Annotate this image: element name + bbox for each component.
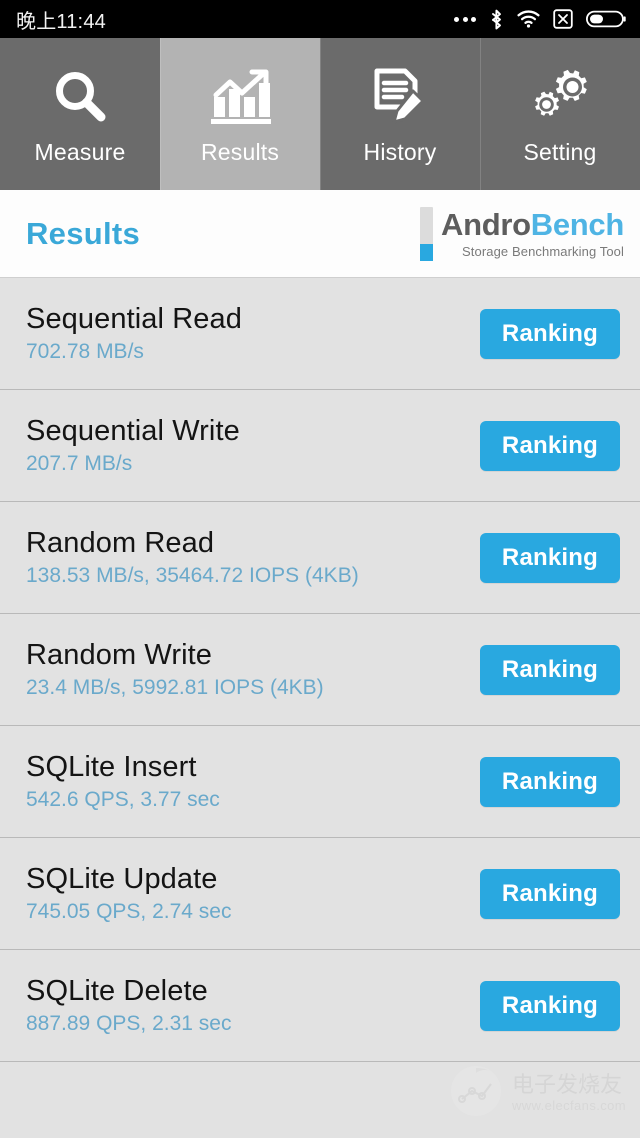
bar-chart-icon [208, 63, 272, 133]
magnifier-icon [49, 63, 111, 133]
table-row[interactable]: Sequential Read 702.78 MB/s Ranking [0, 278, 640, 390]
storage-bar-icon [419, 206, 433, 261]
tab-history[interactable]: History [320, 38, 480, 190]
table-row[interactable]: Sequential Write 207.7 MB/s Ranking [0, 390, 640, 502]
tab-setting-label: Setting [523, 138, 597, 165]
result-value: 542.6 QPS, 3.77 sec [26, 787, 220, 811]
page-header: Results AndroBench Storage Benchmarking … [0, 190, 640, 278]
brand-subtitle: Storage Benchmarking Tool [462, 243, 624, 259]
site-watermark: 电子发烧友 www.elecfans.com [448, 1063, 626, 1124]
row-info: Sequential Write 207.7 MB/s [26, 415, 240, 476]
ranking-button[interactable]: Ranking [479, 420, 620, 471]
document-pencil-icon [369, 63, 431, 133]
watermark-cn: 电子发烧友 [511, 1073, 622, 1099]
result-value: 887.89 QPS, 2.31 sec [26, 1011, 232, 1035]
brand-name-part2: Bench [530, 206, 625, 242]
more-dots-icon [454, 16, 476, 22]
table-row[interactable]: SQLite Update 745.05 QPS, 2.74 sec Ranki… [0, 838, 640, 950]
result-value: 702.78 MB/s [26, 339, 144, 363]
tab-bar: Measure Results History Setting [0, 38, 640, 190]
tab-measure[interactable]: Measure [0, 38, 160, 190]
tab-results[interactable]: Results [160, 38, 320, 190]
result-value: 138.53 MB/s, 35464.72 IOPS (4KB) [26, 563, 359, 587]
row-info: SQLite Update 745.05 QPS, 2.74 sec [26, 863, 231, 924]
results-list: Sequential Read 702.78 MB/s Ranking Sequ… [0, 278, 640, 1062]
brand-name: AndroBench [441, 209, 624, 240]
row-info: Sequential Read 702.78 MB/s [26, 303, 242, 364]
ranking-button[interactable]: Ranking [479, 644, 620, 695]
result-value: 23.4 MB/s, 5992.81 IOPS (4KB) [26, 675, 324, 699]
table-row[interactable]: Random Read 138.53 MB/s, 35464.72 IOPS (… [0, 502, 640, 614]
row-info: SQLite Insert 542.6 QPS, 3.77 sec [26, 751, 220, 812]
bluetooth-icon [489, 9, 504, 30]
battery-icon [586, 9, 626, 29]
tab-measure-label: Measure [34, 138, 126, 165]
watermark-text: 电子发烧友 www.elecfans.com [512, 1074, 626, 1112]
elecfans-logo-icon [448, 1063, 504, 1124]
result-title: Random Read [26, 527, 215, 560]
result-title: SQLite Update [26, 863, 218, 896]
gears-icon [527, 63, 593, 133]
brand-text: AndroBench Storage Benchmarking Tool [441, 209, 624, 259]
row-info: Random Read 138.53 MB/s, 35464.72 IOPS (… [26, 527, 359, 588]
ranking-button[interactable]: Ranking [479, 868, 620, 919]
wifi-icon [517, 10, 540, 28]
result-title: SQLite Delete [26, 975, 208, 1008]
watermark-url: www.elecfans.com [511, 1097, 626, 1113]
table-row[interactable]: SQLite Insert 542.6 QPS, 3.77 sec Rankin… [0, 726, 640, 838]
app-root: 晚上11:44 Measure Results History Setting … [0, 0, 640, 1138]
androbench-logo: AndroBench Storage Benchmarking Tool [419, 206, 624, 261]
table-row[interactable]: SQLite Delete 887.89 QPS, 2.31 sec Ranki… [0, 950, 640, 1062]
no-sim-icon [553, 9, 573, 29]
ranking-button[interactable]: Ranking [479, 532, 620, 583]
result-title: Random Write [26, 639, 213, 672]
status-icons [454, 9, 626, 30]
result-value: 207.7 MB/s [26, 451, 133, 475]
row-info: SQLite Delete 887.89 QPS, 2.31 sec [26, 975, 231, 1036]
result-title: Sequential Read [26, 303, 242, 336]
page-title: Results [26, 215, 141, 251]
tab-history-label: History [363, 138, 437, 165]
result-title: Sequential Write [26, 415, 240, 448]
row-info: Random Write 23.4 MB/s, 5992.81 IOPS (4K… [26, 639, 324, 700]
ranking-button[interactable]: Ranking [479, 308, 620, 359]
result-value: 745.05 QPS, 2.74 sec [26, 899, 232, 923]
result-title: SQLite Insert [26, 751, 197, 784]
ranking-button[interactable]: Ranking [479, 756, 620, 807]
brand-name-part1: Andro [440, 206, 531, 242]
status-clock: 晚上11:44 [16, 10, 106, 33]
tab-setting[interactable]: Setting [480, 38, 640, 190]
table-row[interactable]: Random Write 23.4 MB/s, 5992.81 IOPS (4K… [0, 614, 640, 726]
status-bar: 晚上11:44 [0, 0, 640, 38]
ranking-button[interactable]: Ranking [479, 980, 620, 1031]
tab-results-label: Results [200, 138, 280, 165]
